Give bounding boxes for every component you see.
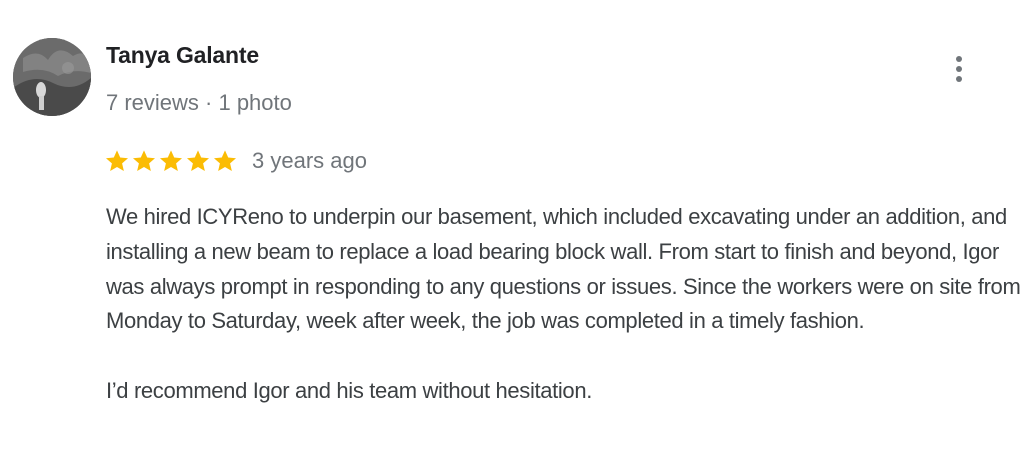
rating-row: 3 years ago <box>104 145 367 177</box>
more-vert-icon-dot <box>956 76 962 82</box>
reviewer-avatar[interactable] <box>13 38 91 116</box>
reviewer-name[interactable]: Tanya Galante <box>106 42 259 69</box>
more-vert-icon-dot <box>956 66 962 72</box>
star-icon <box>160 150 182 172</box>
review-text: We hired ICYReno to underpin our basemen… <box>106 200 1021 409</box>
more-vert-icon <box>956 56 962 62</box>
review-paragraph: I’d recommend Igor and his team without … <box>106 377 592 403</box>
review-paragraph: We hired ICYReno to underpin our basemen… <box>106 204 1021 334</box>
reviewer-meta[interactable]: 7 reviews · 1 photo <box>106 90 292 116</box>
user-avatar-photo-icon <box>13 38 91 116</box>
more-options-button[interactable] <box>944 52 974 86</box>
star-icon <box>133 150 155 172</box>
star-rating <box>104 148 238 174</box>
star-icon <box>187 150 209 172</box>
star-icon <box>106 150 128 172</box>
star-icon <box>214 150 236 172</box>
review-date: 3 years ago <box>252 148 367 173</box>
